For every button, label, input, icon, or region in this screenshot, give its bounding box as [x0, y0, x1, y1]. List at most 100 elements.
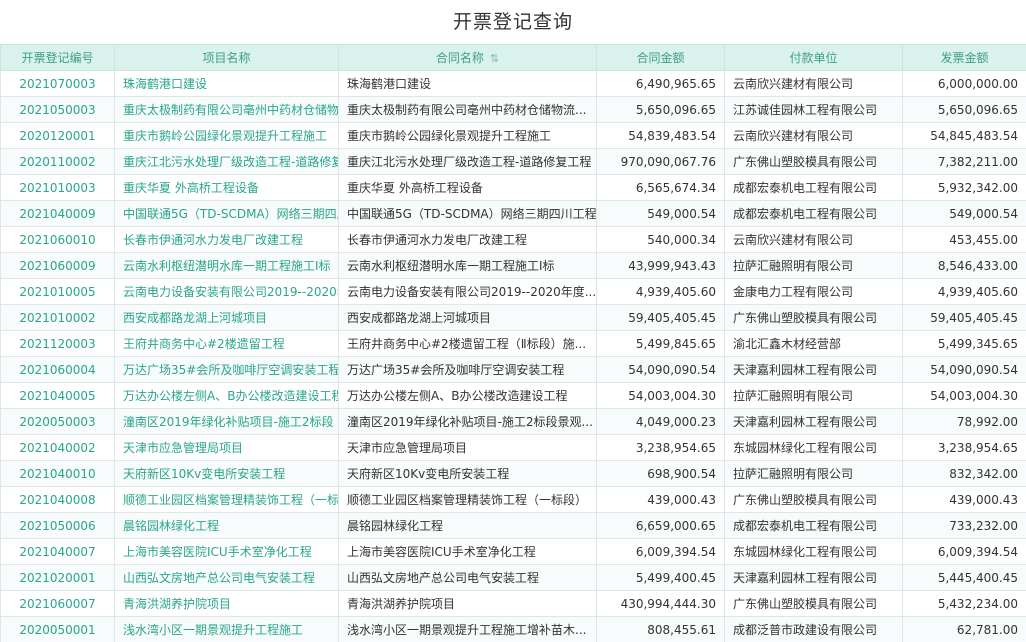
table-body: 2021070003 珠海鹤港口建设 珠海鹤港口建设 6,490,965.65 云南欣兴…: [0, 70, 1026, 642]
cell-invoice-no[interactable]: 2021060007: [0, 590, 115, 617]
table-row[interactable]: 2021040002 天津市应急管理局项目 天津市应急管理局项目 3,238,954.…: [0, 434, 1026, 461]
cell-contract-amount: 6,659,000.65: [596, 512, 725, 539]
table-row[interactable]: 2021050003 重庆太极制药有限公司亳州中药材仓储物 重庆太极制药有限公司亳州…: [0, 96, 1026, 123]
column-header-invoice[interactable]: 发票金额: [902, 44, 1026, 71]
cell-contract-amount: 4,049,000.23: [596, 408, 725, 435]
column-header-no[interactable]: 开票登记编号: [0, 44, 115, 71]
table-row[interactable]: 2021070003 珠海鹤港口建设 珠海鹤港口建设 6,490,965.65 云南欣兴…: [0, 70, 1026, 97]
sort-icon[interactable]: ⇅: [490, 52, 499, 65]
cell-payer: 云南欣兴建材有限公司: [724, 122, 903, 149]
table-row[interactable]: 2021040005 万达办公楼左侧A、B办公楼改造建设工程 万达办公楼左侧A、B办…: [0, 382, 1026, 409]
cell-invoice-no[interactable]: 2021040009: [0, 200, 115, 227]
cell-invoice-no[interactable]: 2021040007: [0, 538, 115, 565]
cell-invoice-no[interactable]: 2021060004: [0, 356, 115, 383]
table-row[interactable]: 2020050001 浅水湾小区一期景观提升工程施工 浅水湾小区一期景观提升工程施工…: [0, 616, 1026, 642]
cell-project-name[interactable]: 顺德工业园区档案管理精装饰工程（一标: [114, 486, 339, 513]
cell-invoice-no[interactable]: 2020050001: [0, 616, 115, 642]
cell-invoice-no[interactable]: 2020050003: [0, 408, 115, 435]
cell-project-name[interactable]: 重庆市鹅岭公园绿化景观提升工程施工: [114, 122, 339, 149]
cell-contract-amount: 59,405,405.45: [596, 304, 725, 331]
table-row[interactable]: 2021040008 顺德工业园区档案管理精装饰工程（一标 顺德工业园区档案管理精装…: [0, 486, 1026, 513]
cell-invoice-amount: 6,000,000.00: [902, 70, 1026, 97]
cell-project-name[interactable]: 晨铭园林绿化工程: [114, 512, 339, 539]
cell-contract-amount: 54,003,004.30: [596, 382, 725, 409]
cell-invoice-no[interactable]: 2021040002: [0, 434, 115, 461]
table-row[interactable]: 2021040010 天府新区10Kv变电所安装工程 天府新区10Kv变电所安装工程…: [0, 460, 1026, 487]
cell-invoice-no[interactable]: 2021040005: [0, 382, 115, 409]
cell-project-name[interactable]: 重庆太极制药有限公司亳州中药材仓储物: [114, 96, 339, 123]
cell-invoice-no[interactable]: 2021010005: [0, 278, 115, 305]
cell-project-name[interactable]: 云南水利枢纽潜明水库一期工程施工Ⅰ标: [114, 252, 339, 279]
cell-invoice-amount: 59,405,405.45: [902, 304, 1026, 331]
table-row[interactable]: 2021040007 上海市美容医院ICU手术室净化工程 上海市美容医院ICU手术室…: [0, 538, 1026, 565]
column-header-contract-label: 合同名称: [435, 51, 484, 65]
cell-invoice-no[interactable]: 2021010002: [0, 304, 115, 331]
cell-invoice-no[interactable]: 2021010003: [0, 174, 115, 201]
cell-invoice-no[interactable]: 2021040008: [0, 486, 115, 513]
cell-invoice-no[interactable]: 2021050003: [0, 96, 115, 123]
column-header-contract[interactable]: 合同名称 ⇅: [338, 44, 597, 71]
cell-contract-name: 晨铭园林绿化工程: [338, 512, 597, 539]
cell-contract-name: 天府新区10Kv变电所安装工程: [338, 460, 597, 487]
table-row[interactable]: 2020050003 潼南区2019年绿化补贴项目-施工2标段 潼南区2019年绿化…: [0, 408, 1026, 435]
cell-project-name[interactable]: 天津市应急管理局项目: [114, 434, 339, 461]
cell-payer: 成都宏泰机电工程有限公司: [724, 200, 903, 227]
cell-contract-name: 顺德工业园区档案管理精装饰工程（一标段）: [338, 486, 597, 513]
cell-contract-name: 云南电力设备安装有限公司2019--2020年度...: [338, 278, 597, 305]
cell-contract-amount: 430,994,444.30: [596, 590, 725, 617]
cell-project-name[interactable]: 山西弘文房地产总公司电气安装工程: [114, 564, 339, 591]
cell-payer: 天津嘉利园林工程有限公司: [724, 564, 903, 591]
table-row[interactable]: 2020110002 重庆江北污水处理厂级改造工程-道路修复 重庆江北污水处理厂级改…: [0, 148, 1026, 175]
column-header-payer[interactable]: 付款单位: [724, 44, 903, 71]
cell-project-name[interactable]: 青海洪湖养护院项目: [114, 590, 339, 617]
cell-contract-name: 珠海鹤港口建设: [338, 70, 597, 97]
invoice-table-container[interactable]: 开票登记编号 项目名称 合同名称 ⇅ 合同金额 付款单位 发票金额 2021070…: [0, 44, 1026, 642]
cell-invoice-no[interactable]: 2020120001: [0, 122, 115, 149]
table-row[interactable]: 2021060007 青海洪湖养护院项目 青海洪湖养护院项目 430,994,444.…: [0, 590, 1026, 617]
table-row[interactable]: 2021120003 王府井商务中心#2楼遗留工程 王府井商务中心#2楼遗留工程（Ⅱ…: [0, 330, 1026, 357]
table-row[interactable]: 2021060004 万达广场35#会所及咖啡厅空调安装工程 万达广场35#会所及咖…: [0, 356, 1026, 383]
table-row[interactable]: 2021060010 长春市伊通河水力发电厂改建工程 长春市伊通河水力发电厂改建工程…: [0, 226, 1026, 253]
table-row[interactable]: 2021010003 重庆华夏 外高桥工程设备 重庆华夏 外高桥工程设备 6,565,…: [0, 174, 1026, 201]
table-row[interactable]: 2021020001 山西弘文房地产总公司电气安装工程 山西弘文房地产总公司电气安装…: [0, 564, 1026, 591]
cell-invoice-amount: 3,238,954.65: [902, 434, 1026, 461]
cell-project-name[interactable]: 浅水湾小区一期景观提升工程施工: [114, 616, 339, 642]
cell-project-name[interactable]: 西安成都路龙湖上河城项目: [114, 304, 339, 331]
cell-contract-amount: 549,000.54: [596, 200, 725, 227]
cell-invoice-no[interactable]: 2021050006: [0, 512, 115, 539]
column-header-project[interactable]: 项目名称: [114, 44, 339, 71]
cell-invoice-no[interactable]: 2021120003: [0, 330, 115, 357]
cell-contract-amount: 3,238,954.65: [596, 434, 725, 461]
cell-project-name[interactable]: 重庆华夏 外高桥工程设备: [114, 174, 339, 201]
cell-invoice-no[interactable]: 2021060009: [0, 252, 115, 279]
cell-invoice-no[interactable]: 2020110002: [0, 148, 115, 175]
cell-project-name[interactable]: 长春市伊通河水力发电厂改建工程: [114, 226, 339, 253]
cell-project-name[interactable]: 珠海鹤港口建设: [114, 70, 339, 97]
cell-contract-name: 中国联通5G（TD-SCDMA）网络三期四川工程: [338, 200, 597, 227]
cell-project-name[interactable]: 王府井商务中心#2楼遗留工程: [114, 330, 339, 357]
cell-project-name[interactable]: 天府新区10Kv变电所安装工程: [114, 460, 339, 487]
cell-project-name[interactable]: 万达广场35#会所及咖啡厅空调安装工程: [114, 356, 339, 383]
table-row[interactable]: 2021010002 西安成都路龙湖上河城项目 西安成都路龙湖上河城项目 59,405…: [0, 304, 1026, 331]
column-header-amount[interactable]: 合同金额: [596, 44, 725, 71]
cell-project-name[interactable]: 潼南区2019年绿化补贴项目-施工2标段: [114, 408, 339, 435]
cell-invoice-no[interactable]: 2021060010: [0, 226, 115, 253]
cell-project-name[interactable]: 万达办公楼左侧A、B办公楼改造建设工程: [114, 382, 339, 409]
table-row[interactable]: 2021050006 晨铭园林绿化工程 晨铭园林绿化工程 6,659,000.65 成都…: [0, 512, 1026, 539]
cell-invoice-no[interactable]: 2021040010: [0, 460, 115, 487]
cell-project-name[interactable]: 重庆江北污水处理厂级改造工程-道路修复: [114, 148, 339, 175]
cell-project-name[interactable]: 中国联通5G（TD-SCDMA）网络三期四川: [114, 200, 339, 227]
cell-payer: 拉萨汇融照明有限公司: [724, 252, 903, 279]
table-row[interactable]: 2021010005 云南电力设备安装有限公司2019--2020年 云南电力设备安…: [0, 278, 1026, 305]
cell-project-name[interactable]: 云南电力设备安装有限公司2019--2020年: [114, 278, 339, 305]
cell-project-name[interactable]: 上海市美容医院ICU手术室净化工程: [114, 538, 339, 565]
table-row[interactable]: 2021060009 云南水利枢纽潜明水库一期工程施工Ⅰ标 云南水利枢纽潜明水库一期…: [0, 252, 1026, 279]
cell-payer: 拉萨汇融照明有限公司: [724, 460, 903, 487]
cell-payer: 江苏诚佳园林工程有限公司: [724, 96, 903, 123]
cell-contract-name: 潼南区2019年绿化补贴项目-施工2标段景观...: [338, 408, 597, 435]
cell-payer: 云南欣兴建材有限公司: [724, 226, 903, 253]
table-row[interactable]: 2020120001 重庆市鹅岭公园绿化景观提升工程施工 重庆市鹅岭公园绿化景观提升…: [0, 122, 1026, 149]
cell-invoice-no[interactable]: 2021070003: [0, 70, 115, 97]
table-row[interactable]: 2021040009 中国联通5G（TD-SCDMA）网络三期四川 中国联通5G（T…: [0, 200, 1026, 227]
cell-invoice-no[interactable]: 2021020001: [0, 564, 115, 591]
